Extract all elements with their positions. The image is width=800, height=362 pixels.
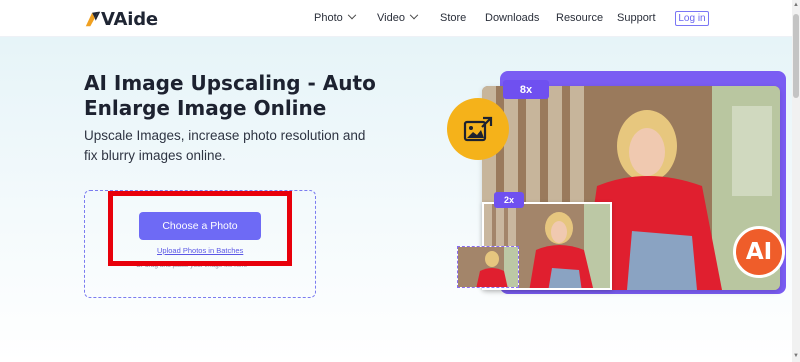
nav-resource[interactable]: Resource xyxy=(556,12,603,24)
nav-video-label: Video xyxy=(377,12,405,24)
nav-support-label: Support xyxy=(617,12,656,24)
nav-downloads[interactable]: Downloads xyxy=(485,12,539,24)
nav-video[interactable]: Video xyxy=(377,10,419,24)
small-photo xyxy=(457,246,519,288)
nav-resource-label: Resource xyxy=(556,12,604,24)
scroll-up-icon[interactable]: ▲ xyxy=(793,2,799,8)
brand-name: VAide xyxy=(101,8,158,30)
page-title: AI Image Upscaling - Auto Enlarge Image … xyxy=(84,71,376,120)
nav-downloads-label: Downloads xyxy=(485,12,540,24)
nav-store-label: Store xyxy=(440,12,467,24)
nav-photo[interactable]: Photo xyxy=(314,10,356,24)
woman-photo-small xyxy=(458,247,518,287)
brand-logo[interactable]: VAide xyxy=(84,8,158,30)
badge-8x: 8x xyxy=(503,80,549,99)
ai-badge: AI xyxy=(733,226,785,278)
chevron-down-icon xyxy=(409,10,419,20)
site-header: VAide Photo Video Store Downloads Resour… xyxy=(0,0,792,37)
nav-store[interactable]: Store xyxy=(440,12,466,24)
chevron-down-icon xyxy=(347,10,356,20)
badge-2x: 2x xyxy=(494,192,524,208)
page-subtitle: Upscale Images, increase photo resolutio… xyxy=(84,128,366,163)
image-upscale-icon xyxy=(463,116,493,142)
scrollbar-thumb[interactable] xyxy=(793,14,799,98)
logo-icon xyxy=(85,11,101,27)
upscale-icon-circle xyxy=(447,98,509,160)
scroll-down-icon[interactable]: ▼ xyxy=(793,353,799,359)
login-button[interactable]: Log in xyxy=(675,11,709,26)
highlight-frame xyxy=(108,191,292,266)
nav-support[interactable]: Support xyxy=(617,12,656,24)
nav-photo-label: Photo xyxy=(314,12,343,24)
